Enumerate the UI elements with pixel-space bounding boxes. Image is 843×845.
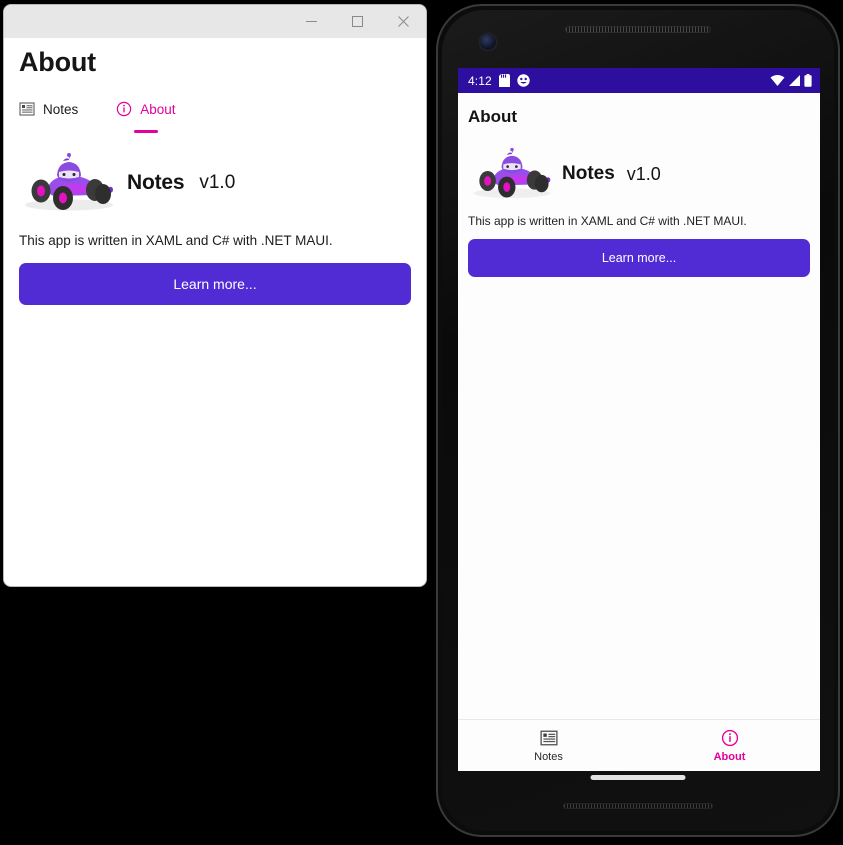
info-circle-icon [721,729,738,746]
battery-icon [804,74,812,87]
status-bar-clock: 4:12 [468,73,492,88]
desktop-app-window: About Notes About Notes v1.0 This app is… [3,4,427,587]
window-minimize-button[interactable] [288,5,334,38]
tab-about[interactable]: About [116,95,176,134]
window-maximize-button[interactable] [334,5,380,38]
app-description: This app is written in XAML and C# with … [19,233,333,249]
phone-app-description: This app is written in XAML and C# with … [468,214,747,228]
tab-notes[interactable]: Notes [19,95,78,126]
wifi-icon [770,75,785,86]
phone-tab-about-label: About [713,750,746,763]
info-circle-icon [117,101,132,117]
phone-top-bezel [438,6,838,68]
status-bar-right [770,74,812,87]
close-icon [397,16,409,27]
app-name: Notes [127,171,185,195]
phone-tab-about[interactable]: About [639,729,820,763]
tab-about-label: About [140,101,176,117]
phone-bottom-tabbar: Notes About [458,719,820,771]
android-home-indicator[interactable] [590,775,686,780]
page-title: About [19,47,96,77]
screenshot-stage: About Notes About Notes v1.0 This app is… [0,0,843,845]
notes-list-icon [19,102,35,116]
bottom-speaker-grill [563,803,713,809]
desktop-tabbar: Notes About [19,95,411,134]
dotnet-bot-racecar-logo [25,153,113,211]
phone-app-name: Notes [562,163,615,184]
app-version: v1.0 [199,172,236,194]
phone-learn-more-button[interactable]: Learn more... [468,239,810,277]
minimize-icon [305,21,317,22]
window-body: About Notes About Notes v1.0 This app is… [4,38,426,586]
phone-page-title: About [468,107,518,126]
front-camera-icon [480,34,496,50]
status-bar-left: 4:12 [468,74,530,88]
tab-notes-label: Notes [43,101,79,117]
window-titlebar [4,5,426,38]
phone-app-identity-row: Notes v1.0 [468,147,810,201]
window-close-button[interactable] [380,5,426,38]
sd-card-icon [498,74,510,87]
maximize-icon [351,16,363,27]
emoji-face-icon [517,74,530,87]
learn-more-button[interactable]: Learn more... [19,262,411,305]
phone-tab-notes[interactable]: Notes [458,729,639,763]
android-phone-frame: 4:12 About Notes v1.0 This app is writte… [436,4,840,837]
app-identity-row: Notes v1.0 [19,152,411,214]
cell-signal-icon [789,75,800,86]
phone-screen: 4:12 About Notes v1.0 This app is writte… [458,68,820,771]
android-status-bar: 4:12 [458,68,820,93]
phone-page-content: About Notes v1.0 This app is written in … [458,93,820,719]
earpiece-speaker-grill [565,26,711,33]
phone-tab-notes-label: Notes [534,750,563,763]
dotnet-bot-racecar-logo [473,147,551,198]
phone-app-version: v1.0 [626,163,661,184]
notes-list-icon [539,730,558,745]
tab-active-underline [133,129,158,134]
